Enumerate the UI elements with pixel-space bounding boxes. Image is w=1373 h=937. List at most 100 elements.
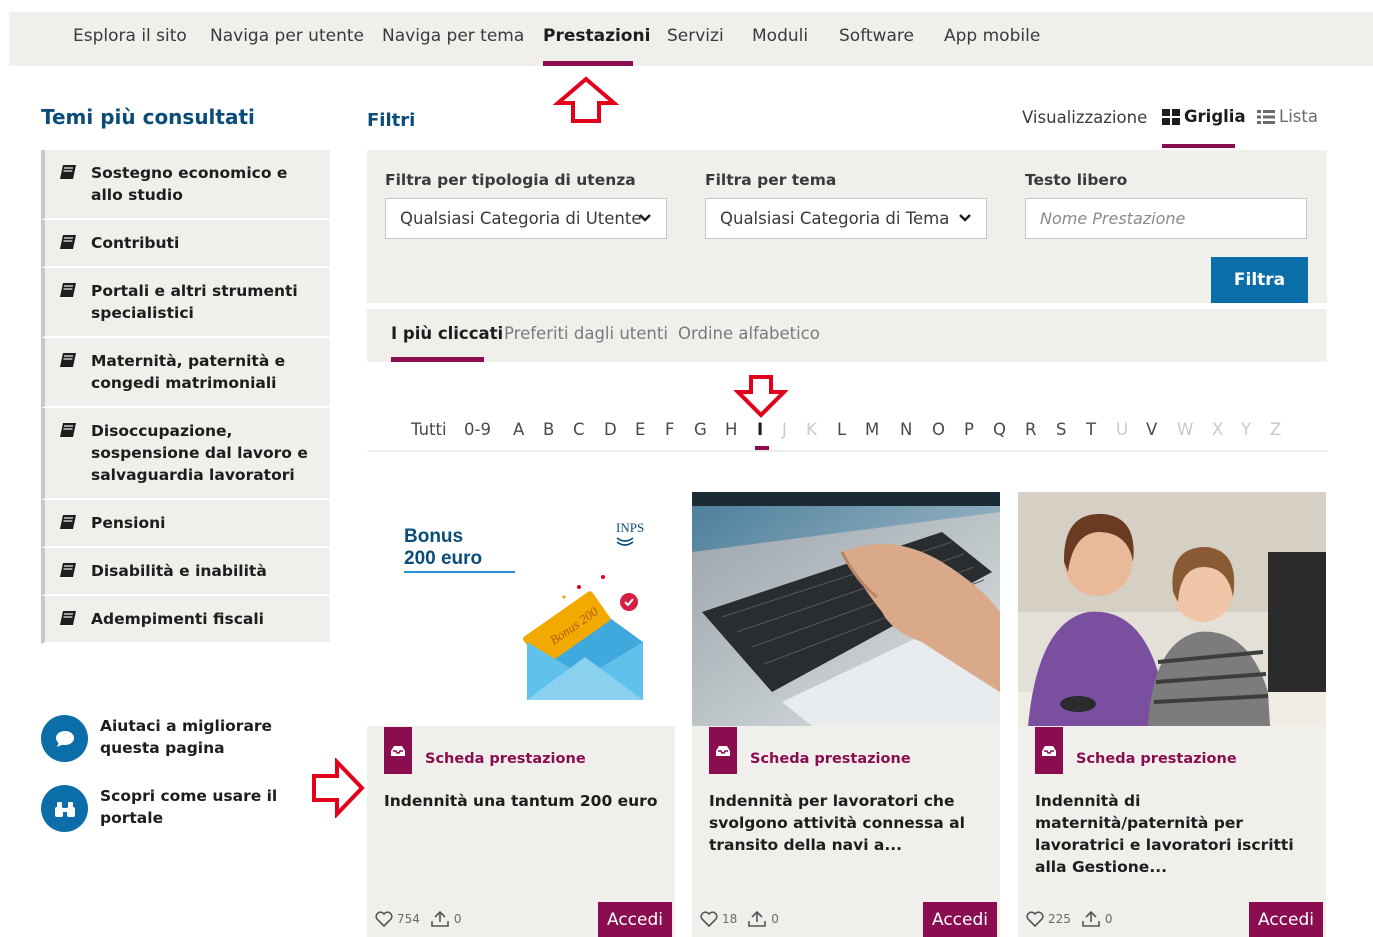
card-likes-count: 18 xyxy=(722,912,738,926)
view-active-indicator xyxy=(1162,144,1235,148)
binoculars-icon xyxy=(41,785,88,832)
nav-servizi[interactable]: Servizi xyxy=(667,26,724,46)
alpha-0-9[interactable]: 0-9 xyxy=(464,420,491,439)
user-type-select-value: Qualsiasi Categoria di Utente xyxy=(400,209,642,228)
book-icon xyxy=(60,563,76,577)
alpha-r[interactable]: R xyxy=(1025,420,1036,439)
alpha-a[interactable]: A xyxy=(513,420,524,439)
alpha-tutti[interactable]: Tutti xyxy=(411,420,447,439)
sidebar-item-sostegno[interactable]: Sostegno economico e allo studio xyxy=(41,150,330,220)
sidebar-item-pensioni[interactable]: Pensioni xyxy=(41,500,330,548)
theme-select[interactable]: Qualsiasi Categoria di Tema xyxy=(705,198,987,239)
nav-esplora-il-sito[interactable]: Esplora il sito xyxy=(73,26,187,46)
tab-preferiti[interactable]: Preferiti dagli utenti xyxy=(504,324,668,343)
book-icon xyxy=(60,283,76,297)
sidebar-item-contributi[interactable]: Contributi xyxy=(41,220,330,268)
alpha-g[interactable]: G xyxy=(694,420,707,439)
card-accedi-button[interactable]: Accedi xyxy=(1249,902,1323,937)
alpha-c[interactable]: C xyxy=(573,420,585,439)
alpha-b[interactable]: B xyxy=(543,420,554,439)
help-how-to-use-label: Scopri come usare il portale xyxy=(100,787,278,827)
alpha-e[interactable]: E xyxy=(635,420,645,439)
alpha-h[interactable]: H xyxy=(725,420,737,439)
sidebar-title: Temi più consultati xyxy=(41,105,255,129)
benefit-card: Bonus 200 euro INPS Bonus 200 Scheda pre… xyxy=(367,492,675,937)
card-tag-label: Scheda prestazione xyxy=(1076,751,1237,767)
nav-naviga-per-utente[interactable]: Naviga per utente xyxy=(210,26,364,46)
card-likes-count: 225 xyxy=(1048,912,1071,926)
card-tag-icon xyxy=(1035,727,1063,774)
alpha-d[interactable]: D xyxy=(604,420,617,439)
inbox-icon xyxy=(716,745,730,756)
alpha-s[interactable]: S xyxy=(1056,420,1066,439)
alpha-l[interactable]: L xyxy=(837,420,846,439)
sidebar-item-adempimenti[interactable]: Adempimenti fiscali xyxy=(41,596,330,644)
alpha-n[interactable]: N xyxy=(900,420,912,439)
sidebar-item-portali[interactable]: Portali e altri strumenti specialistici xyxy=(41,268,330,338)
alpha-t[interactable]: T xyxy=(1086,420,1096,439)
nav-moduli[interactable]: Moduli xyxy=(752,26,808,46)
nav-active-indicator xyxy=(543,61,633,66)
nav-software[interactable]: Software xyxy=(839,26,914,46)
filters-title: Filtri xyxy=(367,110,416,131)
free-text-label: Testo libero xyxy=(1025,171,1128,189)
share-icon[interactable] xyxy=(1081,910,1101,928)
user-type-select[interactable]: Qualsiasi Categoria di Utente xyxy=(385,198,667,239)
view-grid-label: Griglia xyxy=(1184,107,1246,126)
alpha-f[interactable]: F xyxy=(665,420,675,439)
free-text-input[interactable] xyxy=(1025,198,1307,239)
nav-prestazioni[interactable]: Prestazioni xyxy=(543,26,650,46)
card-tag-label: Scheda prestazione xyxy=(425,751,586,767)
card-title[interactable]: Indennità una tantum 200 euro xyxy=(384,790,664,812)
card-accedi-button[interactable]: Accedi xyxy=(923,902,997,937)
nav-naviga-per-tema[interactable]: Naviga per tema xyxy=(382,26,524,46)
sidebar-item-maternita[interactable]: Maternità, paternità e congedi matrimoni… xyxy=(41,338,330,408)
alpha-i[interactable]: I xyxy=(757,420,763,439)
sidebar-item-label: Maternità, paternità e congedi matrimoni… xyxy=(91,352,286,392)
user-type-filter-label: Filtra per tipologia di utenza xyxy=(385,171,636,189)
help-how-to-use-link[interactable]: Scopri come usare il portale xyxy=(41,785,280,832)
alpha-m[interactable]: M xyxy=(865,420,879,439)
view-mode-label: Visualizzazione xyxy=(1022,108,1148,127)
sidebar-item-label: Disabilità e inabilità xyxy=(91,562,267,580)
sidebar-item-label: Pensioni xyxy=(91,514,166,532)
alpha-j: J xyxy=(782,420,787,439)
tab-ordine-alfabetico[interactable]: Ordine alfabetico xyxy=(678,324,820,343)
help-improve-page-link[interactable]: Aiutaci a migliorare questa pagina xyxy=(41,715,280,762)
view-list-toggle[interactable]: Lista xyxy=(1257,107,1318,126)
sidebar-item-label: Sostegno economico e allo studio xyxy=(91,164,288,204)
alpha-o[interactable]: O xyxy=(932,420,945,439)
share-icon[interactable] xyxy=(430,910,450,928)
card-title[interactable]: Indennità per lavoratori che svolgono at… xyxy=(709,790,989,856)
card-image-mother-daughter xyxy=(1018,492,1326,726)
mother-daughter-photo xyxy=(1018,492,1326,726)
laptop-photo xyxy=(692,492,1000,726)
heart-icon[interactable] xyxy=(700,911,718,927)
heart-icon[interactable] xyxy=(1026,911,1044,927)
card-shares-count: 0 xyxy=(453,912,462,926)
alpha-q[interactable]: Q xyxy=(993,420,1006,439)
annotation-arrow-up-icon xyxy=(553,76,619,123)
sidebar-item-disabilita[interactable]: Disabilità e inabilità xyxy=(41,548,330,596)
nav-app-mobile[interactable]: App mobile xyxy=(944,26,1040,46)
card-accedi-button[interactable]: Accedi xyxy=(598,902,672,937)
help-improve-label: Aiutaci a migliorare questa pagina xyxy=(100,717,273,757)
share-icon[interactable] xyxy=(747,910,767,928)
alpha-p[interactable]: P xyxy=(964,420,974,439)
card-image-laptop xyxy=(692,492,1000,726)
inbox-icon xyxy=(1042,745,1056,756)
sidebar-item-disoccupazione[interactable]: Disoccupazione, sospensione dal lavoro e… xyxy=(41,408,330,500)
check-badge-icon xyxy=(620,593,638,611)
chevron-down-icon xyxy=(639,214,651,222)
alpha-v[interactable]: V xyxy=(1146,420,1157,439)
alpha-y: Y xyxy=(1241,420,1252,439)
filter-submit-button[interactable]: Filtra xyxy=(1211,257,1308,303)
grid-icon xyxy=(1162,108,1180,125)
tab-piu-cliccati[interactable]: I più cliccati xyxy=(391,324,503,343)
card-tag-icon xyxy=(384,727,412,774)
heart-icon[interactable] xyxy=(375,911,393,927)
alpha-x: X xyxy=(1212,420,1224,439)
view-grid-toggle[interactable]: Griglia xyxy=(1162,107,1246,126)
card-title[interactable]: Indennità di maternità/paternità per lav… xyxy=(1035,790,1315,878)
sidebar-item-label: Contributi xyxy=(91,234,180,252)
